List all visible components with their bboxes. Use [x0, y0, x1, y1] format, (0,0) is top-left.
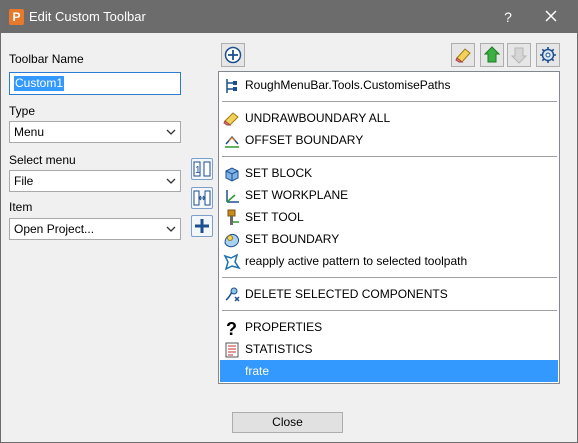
settings-button[interactable] [536, 43, 560, 67]
plus-icon [195, 219, 209, 233]
list-item-label: SET TOOL [245, 210, 304, 224]
app-icon: P [9, 9, 24, 25]
list-item-label: RoughMenuBar.Tools.CustomisePaths [245, 78, 451, 92]
title-bar: P Edit Custom Toolbar ? [1, 1, 577, 33]
tool-icon [227, 209, 239, 225]
gear-icon [540, 47, 556, 63]
list-item[interactable]: reapply active pattern to selected toolp… [220, 250, 558, 272]
chevron-down-icon [166, 226, 176, 232]
list-item-label: OFFSET BOUNDARY [245, 133, 364, 147]
list-item-label: SET WORKPLANE [245, 188, 349, 202]
pattern-icon [223, 253, 241, 271]
question-icon: ? [226, 319, 237, 337]
eraser-icon [455, 48, 471, 63]
list-item-label: DELETE SELECTED COMPONENTS [245, 287, 448, 301]
boundary-icon [224, 233, 239, 248]
list-item-label: UNDRAWBOUNDARY ALL [245, 111, 391, 125]
list-item[interactable]: SET TOOL [220, 206, 558, 228]
item-label: Item [9, 200, 33, 214]
toolbar-name-label: Toolbar Name [9, 52, 84, 66]
select-menu-label: Select menu [9, 153, 76, 167]
edit-custom-toolbar-dialog: P Edit Custom Toolbar ? Toolbar Name Cus… [0, 0, 578, 443]
list-item[interactable]: SET WORKPLANE [220, 184, 558, 206]
arrow-up-icon [483, 46, 501, 63]
chevron-down-icon [166, 129, 176, 135]
list-item-label: STATISTICS [245, 342, 313, 356]
list-item[interactable]: ? PROPERTIES [220, 316, 558, 338]
delete-components-icon [225, 287, 240, 302]
svg-text:1: 1 [195, 165, 201, 176]
list-item-label: frate [245, 364, 270, 378]
help-button[interactable]: ? [498, 7, 518, 27]
add-circle-icon [224, 46, 242, 64]
close-icon [545, 10, 557, 22]
list-item[interactable]: DELETE SELECTED COMPONENTS [220, 283, 558, 305]
workplane-icon [226, 190, 239, 203]
item-select[interactable]: Open Project... [9, 218, 181, 240]
add-separator-button[interactable]: 1 [191, 158, 213, 180]
type-select-value: Menu [14, 125, 45, 139]
list-item[interactable]: STATISTICS [220, 338, 558, 360]
type-select[interactable]: Menu [9, 121, 181, 143]
list-item-label: PROPERTIES [245, 320, 323, 334]
window-title: Edit Custom Toolbar [29, 9, 146, 24]
add-item-button[interactable] [191, 215, 213, 237]
add-spacer-button[interactable] [191, 187, 213, 209]
block-icon [225, 167, 239, 182]
list-separator [222, 156, 557, 157]
tree-icon [226, 79, 237, 93]
toolbar-items-list[interactable]: RoughMenuBar.Tools.CustomisePaths UNDRAW… [218, 71, 560, 384]
list-item-label: SET BOUNDARY [245, 232, 340, 246]
select-menu-select[interactable]: File [9, 170, 181, 192]
list-item[interactable]: SET BOUNDARY [220, 228, 558, 250]
list-separator [222, 101, 557, 102]
type-label: Type [9, 104, 36, 118]
spacer-icon [193, 190, 211, 206]
add-command-button[interactable] [221, 43, 245, 67]
toolbar-name-input[interactable]: Custom1 [9, 72, 181, 95]
chevron-down-icon [166, 178, 176, 184]
select-menu-value: File [14, 174, 34, 188]
list-separator [222, 310, 557, 311]
list-item[interactable]: frate [220, 360, 558, 382]
list-item-label: reapply active pattern to selected toolp… [245, 254, 468, 268]
list-item[interactable]: SET BLOCK [220, 162, 558, 184]
close-window-button[interactable] [537, 7, 565, 27]
list-item[interactable]: UNDRAWBOUNDARY ALL [220, 107, 558, 129]
move-up-button[interactable] [480, 43, 504, 67]
list-item-label: SET BLOCK [245, 166, 313, 180]
close-button[interactable]: Close [232, 412, 343, 433]
app-badge: P [12, 10, 21, 24]
list-item[interactable]: OFFSET BOUNDARY [220, 129, 558, 151]
eraser-icon [223, 112, 239, 126]
item-select-value: Open Project... [14, 222, 95, 236]
erase-item-button[interactable] [451, 43, 475, 67]
svg-text:?: ? [226, 319, 237, 337]
statistics-icon [225, 342, 239, 358]
toolbar-name-value: Custom1 [14, 76, 65, 91]
move-down-button[interactable] [507, 43, 531, 67]
offset-icon [225, 135, 239, 148]
separator-icon: 1 [193, 161, 211, 177]
arrow-down-icon [510, 47, 528, 64]
list-item[interactable]: RoughMenuBar.Tools.CustomisePaths [220, 74, 558, 96]
list-separator [222, 277, 557, 278]
